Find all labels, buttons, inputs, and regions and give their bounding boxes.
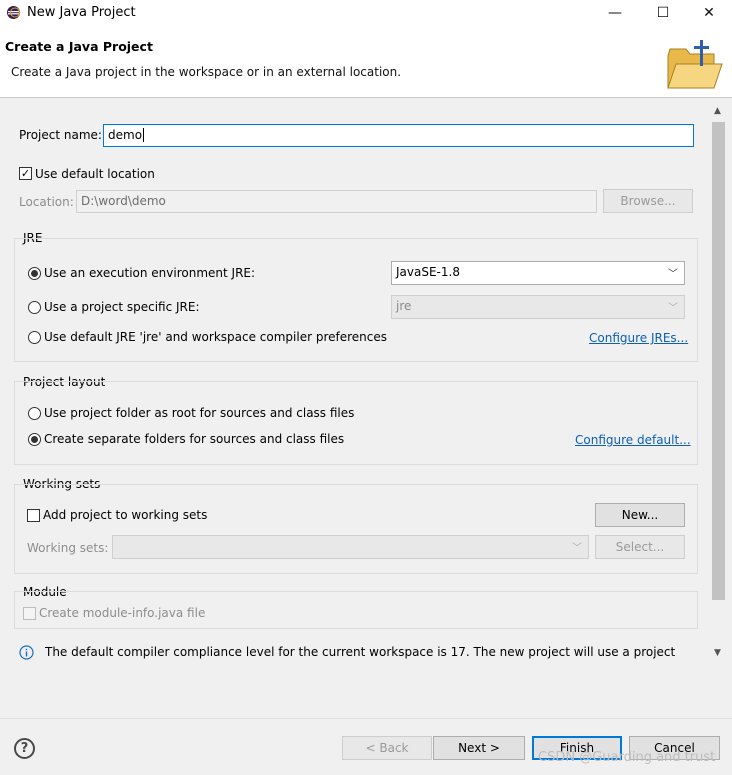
project-name-value: demo (108, 128, 143, 142)
project-name-label: Project name: (19, 128, 102, 142)
configure-jres-link[interactable]: Configure JREs... (589, 331, 688, 345)
next-button[interactable]: Next > (433, 736, 525, 760)
create-module-info-label: Create module-info.java file (39, 606, 206, 620)
radio-default-jre[interactable] (28, 331, 41, 344)
working-sets-select[interactable]: ﹀ (112, 535, 589, 559)
add-to-working-sets-checkbox[interactable] (27, 509, 40, 522)
wizard-heading: Create a Java Project (5, 39, 153, 54)
project-folder-root-label: Use project folder as root for sources a… (44, 406, 355, 420)
wizard-banner: Create a Java Project Create a Java proj… (0, 26, 732, 98)
working-sets-label: Working sets: (27, 541, 109, 555)
radio-project-folder-root[interactable] (28, 407, 41, 420)
location-input[interactable]: D:\word\demo (76, 190, 597, 213)
project-specific-jre-value: jre (396, 299, 412, 313)
chevron-down-icon: ﹀ (668, 303, 678, 314)
help-icon[interactable]: ? (14, 738, 35, 759)
project-name-input[interactable]: demo (103, 124, 694, 147)
project-layout-group (14, 381, 698, 465)
scroll-up-icon[interactable]: ▲ (714, 106, 721, 116)
use-default-location-checkbox[interactable]: ✓ (19, 167, 32, 180)
execution-environment-select[interactable]: JavaSE-1.8 ﹀ (391, 261, 685, 285)
csdn-watermark: CSDN @Guarding and trust (538, 750, 716, 765)
maximize-button[interactable]: ☐ (640, 0, 686, 26)
create-module-info-checkbox[interactable] (23, 607, 36, 620)
info-icon (19, 645, 34, 660)
minimize-button[interactable]: — (592, 0, 638, 26)
compliance-info-message: The default compiler compliance level fo… (45, 645, 676, 659)
configure-default-link[interactable]: Configure default... (575, 433, 691, 447)
project-specific-jre-select[interactable]: jre ﹀ (391, 295, 685, 319)
scroll-down-icon[interactable]: ▼ (714, 648, 721, 658)
radio-execution-environment[interactable] (28, 267, 41, 280)
radio-project-specific-jre[interactable] (28, 301, 41, 314)
close-button[interactable]: ✕ (686, 0, 732, 26)
separate-folders-label: Create separate folders for sources and … (44, 432, 345, 446)
window-title: New Java Project (27, 5, 136, 20)
default-jre-label: Use default JRE 'jre' and workspace comp… (44, 330, 388, 344)
eclipse-app-icon (7, 6, 20, 19)
wizard-description: Create a Java project in the workspace o… (11, 65, 402, 79)
execution-environment-label: Use an execution environment JRE: (44, 266, 256, 280)
chevron-down-icon: ﹀ (572, 543, 582, 554)
new-working-set-button[interactable]: New... (595, 503, 685, 527)
chevron-down-icon: ﹀ (668, 269, 678, 280)
title-bar: New Java Project — ☐ ✕ (0, 0, 732, 26)
project-specific-jre-label: Use a project specific JRE: (44, 300, 200, 314)
scroll-thumb[interactable] (712, 122, 725, 600)
execution-environment-value: JavaSE-1.8 (396, 265, 460, 279)
location-value: D:\word\demo (81, 194, 166, 208)
use-default-location-label: Use default location (35, 167, 155, 181)
back-button[interactable]: < Back (342, 736, 432, 760)
working-sets-group (14, 484, 698, 574)
new-folder-icon (667, 40, 723, 89)
select-working-sets-button[interactable]: Select... (595, 535, 685, 559)
location-label: Location: (19, 195, 74, 209)
add-to-working-sets-label: Add project to working sets (43, 508, 208, 522)
radio-separate-folders[interactable] (28, 433, 41, 446)
browse-button[interactable]: Browse... (603, 189, 693, 213)
